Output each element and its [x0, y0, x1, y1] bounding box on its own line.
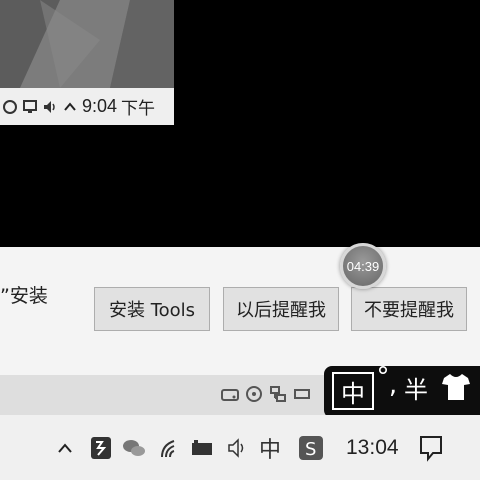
taskbar-clock[interactable]: 13:04: [346, 436, 399, 460]
network-icon[interactable]: [2, 99, 18, 115]
usb-icon[interactable]: [292, 383, 312, 405]
volume-icon[interactable]: [42, 99, 58, 115]
ime-half-width[interactable]: 半: [404, 370, 428, 405]
install-tools-button[interactable]: 安装 Tools: [94, 287, 210, 331]
battery-icon[interactable]: [190, 435, 216, 461]
wechat-icon[interactable]: [122, 435, 146, 461]
notification-text: ”安装: [0, 285, 48, 307]
taskbar-ime-indicator[interactable]: 中: [259, 432, 281, 464]
recording-timer[interactable]: 04:39: [340, 243, 386, 289]
remind-later-button[interactable]: 以后提醒我: [223, 287, 339, 331]
ime-chinese-mode[interactable]: 中: [332, 372, 374, 410]
app-icon[interactable]: [90, 435, 112, 461]
vm-preview-window[interactable]: 9:04 下午: [0, 0, 174, 125]
vm-clock-time[interactable]: 9:04: [82, 96, 117, 117]
cd-icon[interactable]: [244, 383, 264, 405]
network-adapter-icon[interactable]: [268, 383, 288, 405]
volume-icon[interactable]: [226, 435, 248, 461]
ime-punctuation[interactable]: ,: [382, 370, 404, 400]
host-taskbar: 中 S 13:04: [0, 415, 480, 480]
chevron-up-icon[interactable]: [62, 99, 78, 115]
svg-text:S: S: [305, 439, 316, 460]
ime-skin-icon[interactable]: [440, 372, 472, 406]
hdd-icon[interactable]: [220, 383, 240, 405]
notification-icon[interactable]: [418, 435, 444, 462]
vm-desktop-wallpaper: [0, 0, 174, 88]
wifi-icon[interactable]: [160, 435, 182, 461]
vm-taskbar: 9:04 下午: [0, 88, 174, 125]
vm-clock-ampm: 下午: [121, 99, 156, 119]
monitor-icon[interactable]: [22, 99, 38, 115]
chevron-up-icon[interactable]: [56, 435, 74, 461]
vmware-tools-notification: ”安装 安装 Tools 以后提醒我 不要提醒我: [0, 247, 480, 375]
never-remind-button[interactable]: 不要提醒我: [351, 287, 467, 331]
sogou-icon[interactable]: S: [298, 435, 324, 461]
